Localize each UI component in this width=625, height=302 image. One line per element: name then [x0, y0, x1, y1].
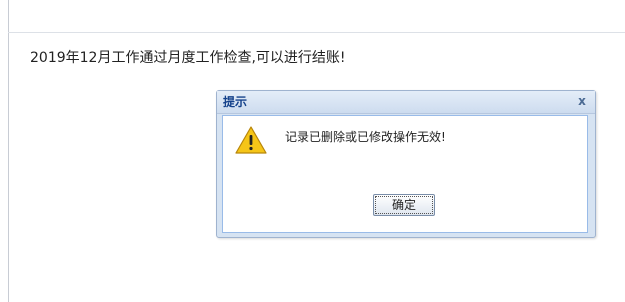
- top-divider: [8, 32, 625, 33]
- status-message: 2019年12月工作通过月度工作检查,可以进行结账!: [30, 50, 346, 66]
- dialog-message: 记录已删除或已修改操作无效!: [285, 130, 446, 144]
- ok-button-label: 确定: [375, 196, 433, 214]
- alert-dialog: 提示 x 记录已删除或已修改操作无效! 确定: [216, 90, 596, 238]
- dialog-header: 提示 x: [217, 91, 595, 114]
- close-icon[interactable]: x: [575, 94, 589, 108]
- dialog-body: 记录已删除或已修改操作无效! 确定: [222, 115, 588, 233]
- left-divider: [8, 0, 9, 302]
- ok-button[interactable]: 确定: [373, 194, 435, 216]
- dialog-title: 提示: [223, 95, 248, 109]
- warning-icon: [235, 126, 267, 154]
